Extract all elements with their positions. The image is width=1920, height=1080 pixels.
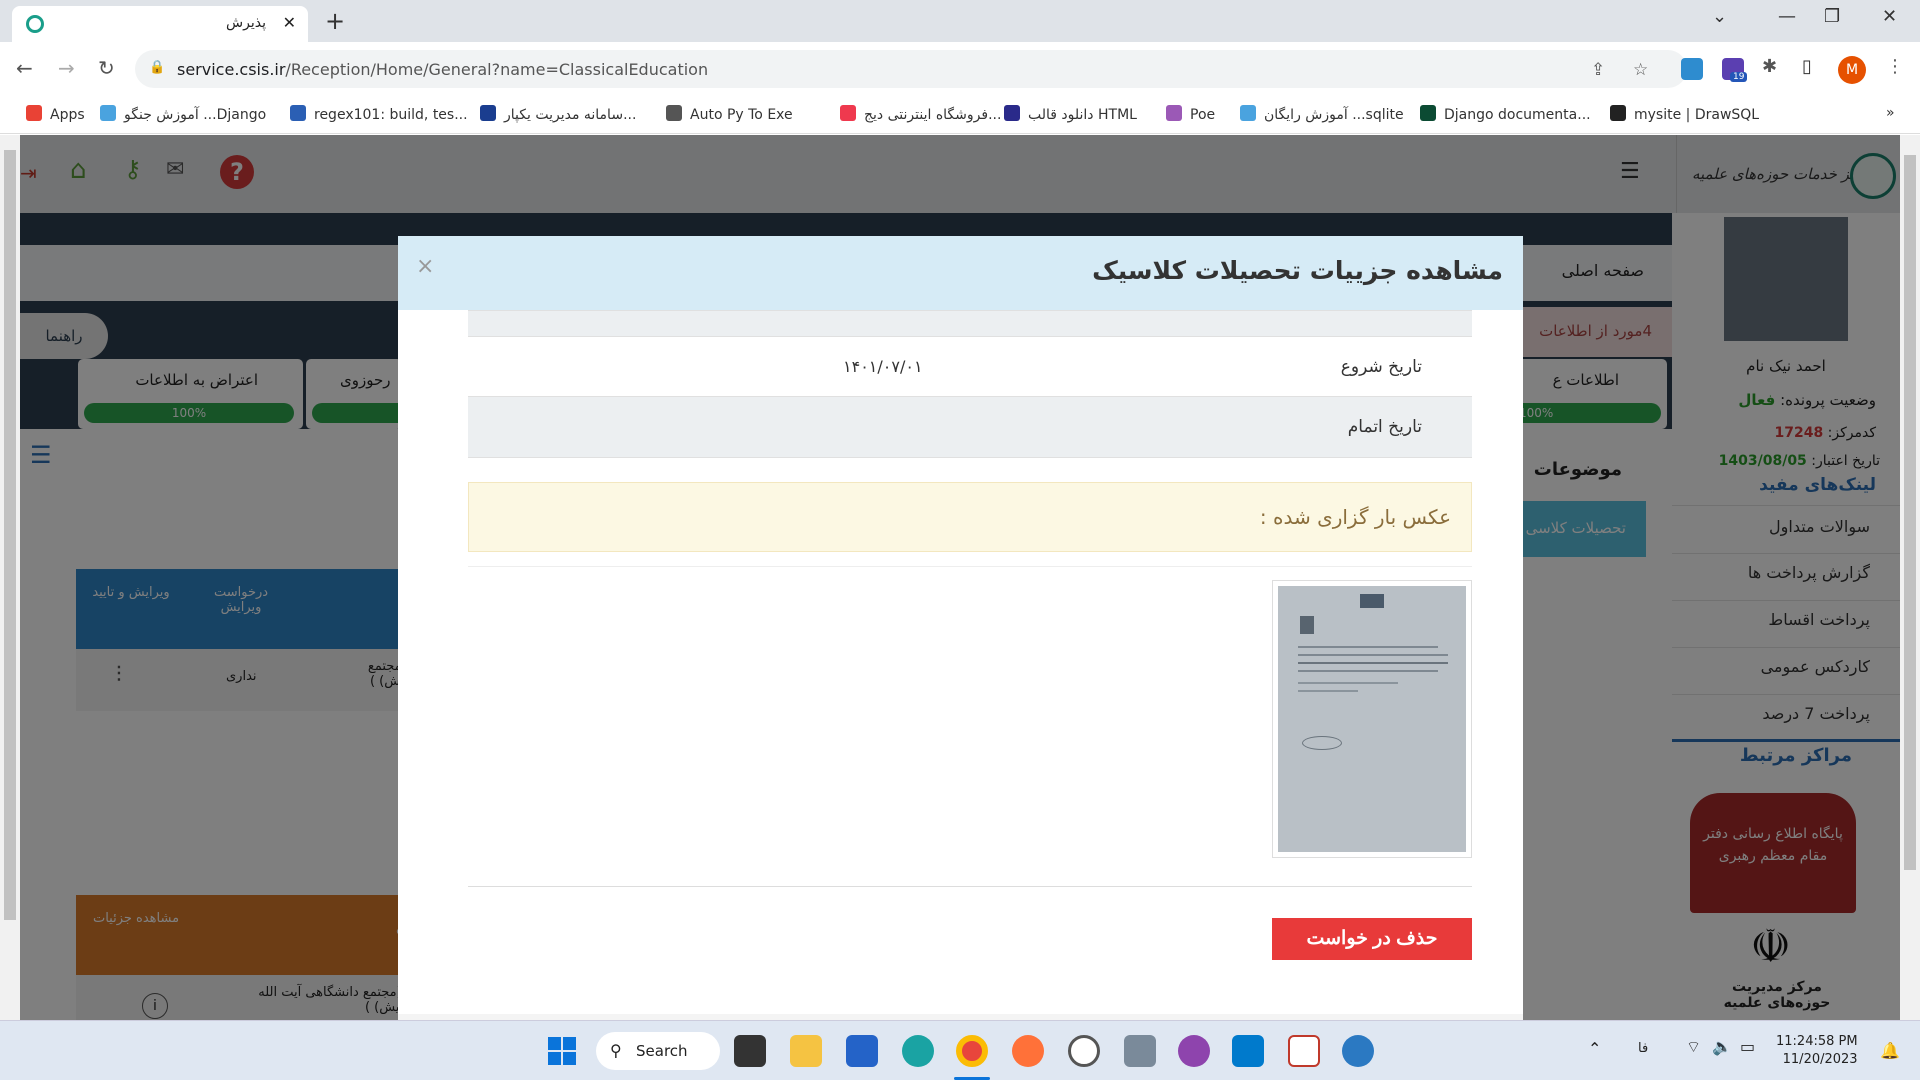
row-label: تاریخ اتمام: [1347, 417, 1422, 437]
lock-icon: 🔒: [149, 60, 166, 75]
bookmark-item[interactable]: آموزش رایگان ...sqlite: [1240, 105, 1404, 123]
file-explorer-icon[interactable]: [790, 1035, 822, 1067]
clock-app-icon[interactable]: [1068, 1035, 1100, 1067]
wifi-icon[interactable]: ⌔: [1686, 1037, 1701, 1057]
bookmark-favicon-icon: [290, 105, 306, 121]
site-favicon-icon: [26, 15, 44, 33]
row-label: تاریخ شروع: [1340, 357, 1422, 377]
bookmark-item[interactable]: آموزش جنگو ...Django: [100, 105, 266, 123]
bookmark-favicon-icon: [1166, 105, 1182, 121]
address-toolbar: ← → ↻ 🔒 service.csis.ir/Reception/Home/G…: [0, 42, 1920, 98]
bookmark-favicon-icon: [1240, 105, 1256, 121]
bookmark-favicon-icon: [840, 105, 856, 121]
bookmark-item[interactable]: دانلود قالب HTML: [1004, 105, 1137, 123]
share-icon[interactable]: ⇪: [1591, 60, 1605, 80]
extension-badge: 19: [1730, 72, 1748, 82]
taskbar-clock[interactable]: 11:24:58 PM 11/20/2023: [1776, 1033, 1858, 1069]
store-icon[interactable]: [846, 1035, 878, 1067]
details-row-end: تاریخ اتمام: [468, 396, 1472, 458]
app-icon[interactable]: [1288, 1035, 1320, 1067]
bookmark-favicon-icon: [480, 105, 496, 121]
edge-icon[interactable]: [902, 1035, 934, 1067]
page-scrollbar[interactable]: [1900, 135, 1920, 1020]
language-indicator[interactable]: فا: [1638, 1041, 1648, 1056]
left-frame-scrollbar[interactable]: [0, 135, 20, 1020]
uploaded-photo-alert: عکس بار گزاری شده :: [468, 482, 1472, 552]
extensions-puzzle-icon[interactable]: ✱: [1762, 56, 1777, 77]
side-panel-icon[interactable]: ▯: [1802, 56, 1812, 77]
tray-chevron-icon[interactable]: ⌃: [1588, 1039, 1601, 1058]
browser-tab-strip: پذیرش ✕ + ⌄ — ❐ ✕: [0, 0, 1920, 42]
details-modal: مشاهده جزییات تحصیلات کلاسیک × تاریخ شرو…: [398, 236, 1523, 1020]
back-icon[interactable]: ←: [16, 56, 33, 80]
details-row-start: تاریخ شروع ۱۴۰۱/۰۷/۰۱: [468, 336, 1472, 396]
github-desktop-icon[interactable]: [1178, 1035, 1210, 1067]
notifications-icon[interactable]: 🔔: [1880, 1041, 1900, 1060]
taskbar-search[interactable]: ⚲ Search: [596, 1032, 720, 1070]
modal-title: مشاهده جزییات تحصیلات کلاسیک: [1092, 256, 1503, 285]
bookmarks-bar: Apps آموزش جنگو ...Django regex101: build,…: [0, 98, 1920, 134]
uploaded-document-thumbnail[interactable]: [1272, 580, 1472, 858]
vpn-icon[interactable]: [1342, 1035, 1374, 1067]
bookmark-favicon-icon: [1610, 105, 1626, 121]
bookmark-item[interactable]: سامانه مدیریت یکپار...: [480, 105, 636, 123]
photo-label: عکس بار گزاری شده :: [1259, 505, 1451, 529]
tab-title: پذیرش: [226, 15, 266, 31]
url-path: /Reception/Home/General?name=ClassicalEd…: [285, 60, 709, 79]
bookmark-star-icon[interactable]: ☆: [1633, 60, 1648, 80]
bookmark-favicon-icon: [1004, 105, 1020, 121]
bookmark-item[interactable]: Django documenta...: [1420, 105, 1591, 123]
bookmark-item[interactable]: Poe: [1166, 105, 1215, 123]
bookmark-item[interactable]: Apps: [26, 105, 85, 123]
browser-tab[interactable]: پذیرش ✕: [12, 6, 308, 42]
bookmark-item[interactable]: Auto Py To Exe: [666, 105, 793, 123]
modal-close-icon[interactable]: ×: [416, 254, 434, 279]
url-host: service.csis.ir: [177, 60, 286, 79]
bookmark-item[interactable]: regex101: build, tes...: [290, 105, 468, 123]
tab-close-icon[interactable]: ✕: [283, 13, 296, 32]
bookmark-favicon-icon: [666, 105, 682, 121]
calculator-icon[interactable]: [1124, 1035, 1156, 1067]
new-tab-icon[interactable]: +: [325, 7, 345, 35]
tab-search-icon[interactable]: ⌄: [1712, 6, 1727, 27]
extension-icon[interactable]: [1681, 58, 1703, 80]
windows-start-icon[interactable]: [548, 1037, 576, 1065]
window-close-icon[interactable]: ✕: [1882, 6, 1897, 27]
firefox-icon[interactable]: [1012, 1035, 1044, 1067]
address-bar[interactable]: 🔒 service.csis.ir/Reception/Home/General…: [135, 50, 1687, 88]
forward-icon[interactable]: →: [58, 56, 75, 80]
bookmark-item[interactable]: mysite | DrawSQL: [1610, 105, 1759, 123]
modal-header: مشاهده جزییات تحصیلات کلاسیک ×: [398, 236, 1523, 310]
reload-icon[interactable]: ↻: [98, 56, 115, 80]
volume-icon[interactable]: 🔈: [1712, 1037, 1732, 1056]
bookmark-favicon-icon: [26, 105, 42, 121]
bookmark-favicon-icon: [100, 105, 116, 121]
windows-taskbar: ⚲ Search ⌃ فا ⌔ 🔈 ▭ 11:24:58 PM 11/20/20…: [0, 1020, 1920, 1080]
vscode-icon[interactable]: [1232, 1035, 1264, 1067]
battery-icon[interactable]: ▭: [1740, 1037, 1755, 1056]
minimize-icon[interactable]: —: [1778, 6, 1796, 27]
menu-kebab-icon[interactable]: ⋮: [1886, 56, 1904, 77]
document-image: [1278, 586, 1466, 852]
chrome-icon[interactable]: [956, 1035, 988, 1067]
bookmark-favicon-icon: [1420, 105, 1436, 121]
bookmark-item[interactable]: فروشگاه اینترنتی دیج...: [840, 105, 1001, 123]
search-icon: ⚲: [610, 1041, 622, 1060]
bookmarks-overflow-icon[interactable]: »: [1886, 105, 1895, 121]
delete-request-button[interactable]: حذف در خواست: [1272, 918, 1472, 960]
profile-avatar[interactable]: M: [1838, 56, 1866, 84]
restore-icon[interactable]: ❐: [1824, 6, 1840, 27]
details-row-partial: [468, 310, 1472, 336]
row-value: ۱۴۰۱/۰۷/۰۱: [843, 357, 923, 376]
task-view-icon[interactable]: [734, 1035, 766, 1067]
